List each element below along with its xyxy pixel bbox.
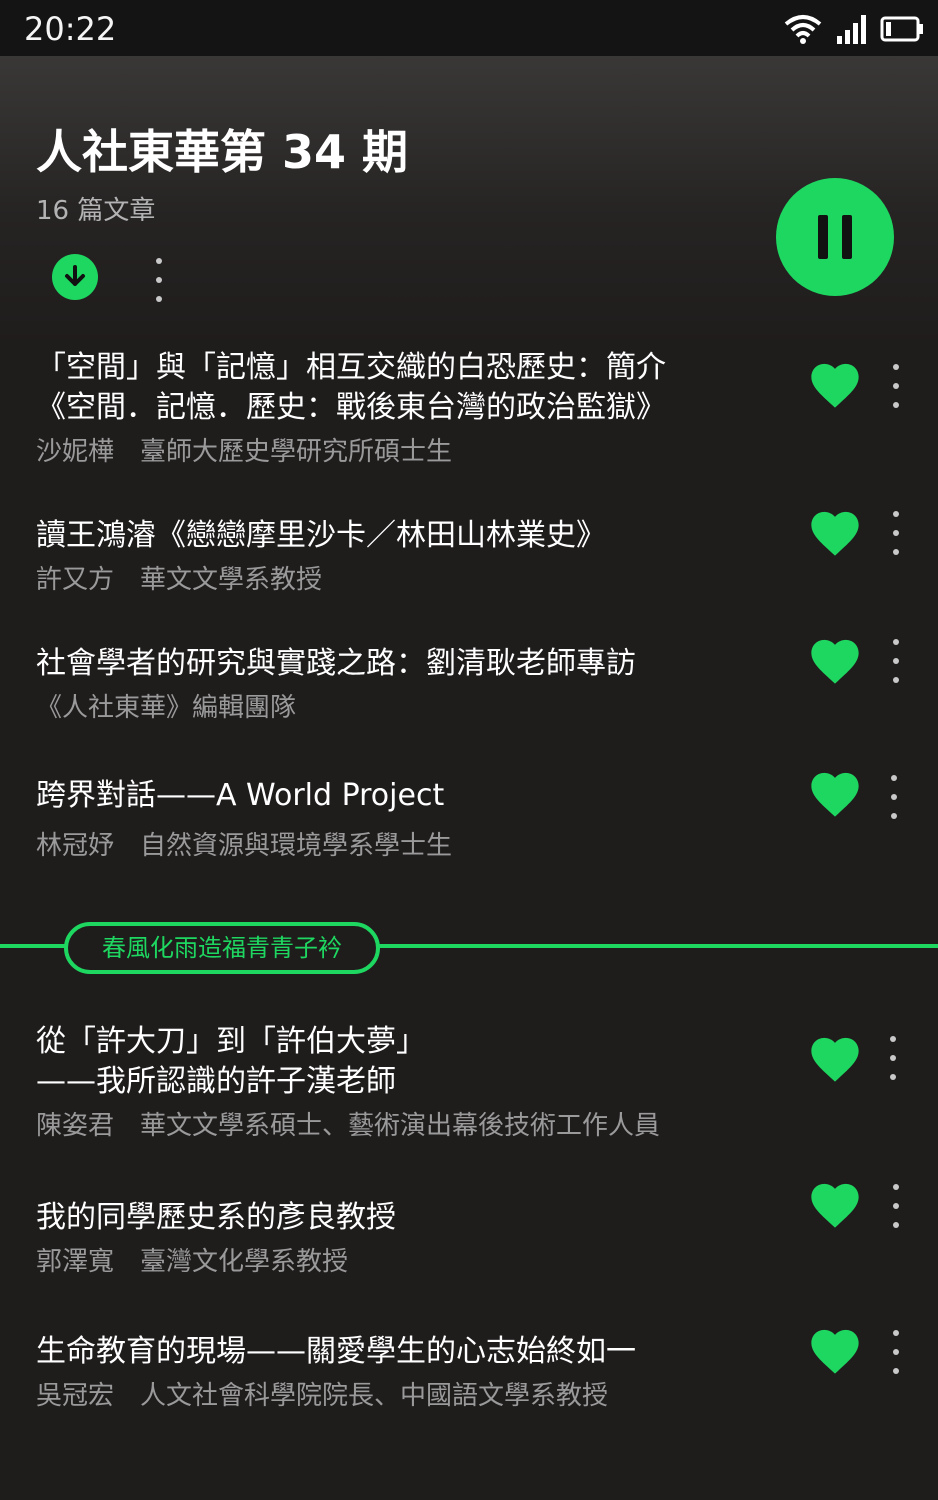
article-author: 吳冠宏 人文社會科學院院長、中國語文學系教授: [36, 1381, 609, 1411]
heart-icon[interactable]: [806, 506, 864, 558]
article-title: 讀王鴻濬《戀戀摩里沙卡／林田山林業史》: [36, 518, 606, 553]
pause-icon: [818, 215, 828, 259]
article-more-button[interactable]: [886, 511, 906, 555]
list-item[interactable]: 跨界對話——A World Project 林冠妤 自然資源與環境學系學士生: [36, 776, 776, 864]
heart-icon[interactable]: [806, 1032, 864, 1084]
playlist-more-button[interactable]: [149, 258, 169, 302]
list-item[interactable]: 從「許大刀」到「許伯大夢」 ——我所認識的許子漢老師 陳姿君 華文文學系碩士、藝…: [36, 1022, 776, 1144]
status-bar: 20:22: [0, 0, 938, 56]
heart-icon[interactable]: [806, 767, 864, 819]
playlist-title: 人社東華第 34 期: [36, 125, 409, 179]
list-item[interactable]: 讀王鴻濬《戀戀摩里沙卡／林田山林業史》 許又方 華文文學系教授: [36, 516, 776, 598]
signal-icon: [837, 15, 866, 44]
battery-icon: [880, 16, 923, 42]
article-title: 社會學者的研究與實踐之路：劉清耿老師專訪: [36, 646, 636, 681]
section-label: 春風化雨造福青青子衿: [64, 922, 380, 974]
heart-icon[interactable]: [806, 634, 864, 686]
download-icon: [65, 265, 85, 286]
article-author: 沙妮樺 臺師大歷史學研究所碩士生: [36, 437, 453, 467]
article-author: 郭澤寬 臺灣文化學系教授: [36, 1247, 349, 1277]
list-item[interactable]: 社會學者的研究與實踐之路：劉清耿老師專訪 《人社東華》編輯團隊: [36, 644, 776, 726]
status-time: 20:22: [24, 10, 117, 48]
article-author: 許又方 華文文學系教授: [36, 565, 323, 595]
heart-icon[interactable]: [806, 1324, 864, 1376]
wifi-icon: [784, 15, 822, 44]
article-title: 從「許大刀」到「許伯大夢」 ——我所認識的許子漢老師: [36, 1024, 426, 1099]
article-more-button[interactable]: [883, 1036, 903, 1080]
heart-icon[interactable]: [806, 1178, 864, 1230]
article-more-button[interactable]: [886, 639, 906, 683]
article-title: 跨界對話——A World Project: [36, 778, 445, 813]
article-more-button[interactable]: [886, 364, 906, 408]
list-item[interactable]: 「空間」與「記憶」相互交織的白恐歷史：簡介 《空間．記憶．歷史：戰後東台灣的政治…: [36, 348, 776, 470]
article-more-button[interactable]: [886, 1330, 906, 1374]
article-title: 「空間」與「記憶」相互交織的白恐歷史：簡介 《空間．記憶．歷史：戰後東台灣的政治…: [36, 350, 666, 425]
article-title: 生命教育的現場——關愛學生的心志始終如一: [36, 1334, 636, 1369]
list-item[interactable]: 我的同學歷史系的彥良教授 郭澤寬 臺灣文化學系教授: [36, 1198, 776, 1280]
pause-button[interactable]: [776, 178, 894, 296]
article-more-button[interactable]: [884, 775, 904, 819]
article-title: 我的同學歷史系的彥良教授: [36, 1200, 396, 1235]
article-more-button[interactable]: [886, 1184, 906, 1228]
more-vertical-icon: [156, 258, 162, 264]
heart-icon[interactable]: [806, 358, 864, 410]
article-count: 16 篇文章: [36, 196, 156, 226]
article-author: 《人社東華》編輯團隊: [36, 693, 297, 723]
download-button[interactable]: [52, 254, 98, 300]
list-item[interactable]: 生命教育的現場——關愛學生的心志始終如一 吳冠宏 人文社會科學院院長、中國語文學…: [36, 1332, 776, 1414]
status-icons: [784, 12, 924, 46]
article-author: 林冠妤 自然資源與環境學系學士生: [36, 831, 453, 861]
article-author: 陳姿君 華文文學系碩士、藝術演出幕後技術工作人員: [36, 1111, 661, 1141]
